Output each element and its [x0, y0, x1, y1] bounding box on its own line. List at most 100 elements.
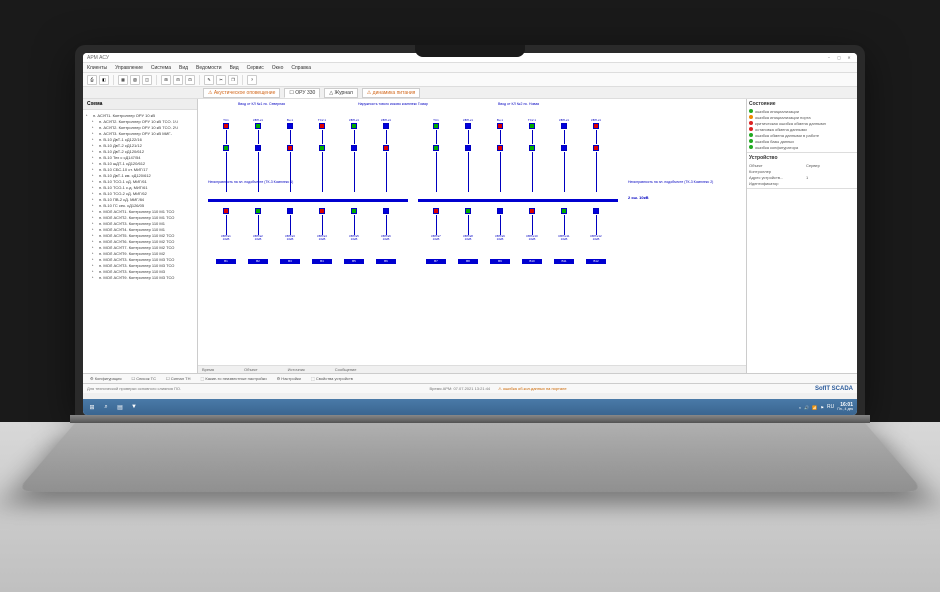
feeder-bay[interactable]: КВП/к310кВ	[280, 207, 300, 241]
status-dot-icon	[749, 109, 753, 113]
tab-journal[interactable]: △ Журнал	[324, 88, 357, 98]
feeder-label: В2	[248, 259, 268, 264]
brand-label: SofIT SCADA	[815, 386, 853, 392]
os-taskbar[interactable]: ⊞ ⌕ ▤ ▼ ◐ 🔊 📶 ⚑ RU 16:01 Пн., 4 дек	[83, 399, 857, 415]
main-toolbar: ⎙ ◧ ▦ ▧ ◫ ⊞ ⊟ ⊡ ✎ ✂ ❐ ?	[83, 73, 857, 87]
tab-ts-list[interactable]: ☐ Список ТС	[129, 375, 159, 382]
tab-unknown[interactable]: ⬚ Какие-то неизвестные настройки	[198, 375, 270, 382]
tray-flag-icon[interactable]: ⚑	[820, 405, 824, 410]
toolbar-button[interactable]: ✂	[216, 75, 226, 85]
feeder-bay[interactable]: КВП-к1	[586, 119, 606, 192]
feeder-bay[interactable]: КВП/к1010кВ	[522, 207, 542, 241]
feeder-bay[interactable]: КВП/к1110кВ	[554, 207, 574, 241]
toolbar-button[interactable]: ❐	[228, 75, 238, 85]
toolbar-button[interactable]: ⊟	[173, 75, 183, 85]
task-view-icon[interactable]: ▤	[115, 402, 125, 412]
feeder-bay[interactable]: КВП/к1210кВ	[586, 207, 606, 241]
status-panel: Состояние ошибка инициализацииошибка ини…	[747, 99, 857, 373]
tray-icon[interactable]: ◐	[799, 405, 801, 410]
feeder-bay[interactable]: КВП-к1	[376, 119, 396, 192]
fault-note-right: Неисправность на эл. подобъекте (ТК-3 Ко…	[628, 181, 713, 185]
status-dot-icon	[749, 139, 753, 143]
feeder-label: В3	[280, 259, 300, 264]
menu-item[interactable]: Ведомости	[196, 65, 222, 71]
tab-oru330[interactable]: ☐ ОРУ 330	[284, 88, 320, 98]
input-left-label: Ввод от КЛ №1 пс. Северная	[238, 103, 285, 107]
feeder-bay[interactable]: КВП/к810кВ	[458, 207, 478, 241]
feeder-bay[interactable]: КВП-к1	[458, 119, 478, 192]
status-warn: ⚠ ошибка об.кол.данных на портале	[498, 386, 566, 391]
status-item: ошибка конфигуратора	[749, 144, 855, 150]
fault-note-left: Неисправность на эл. подобъекте (ТК-3 Ко…	[208, 181, 293, 185]
menu-item[interactable]: Система	[151, 65, 171, 71]
busbar-label: 2 сш. 10кВ	[628, 195, 648, 200]
maximize-button[interactable]: ▢	[835, 55, 843, 61]
close-button[interactable]: ✕	[845, 55, 853, 61]
minimize-button[interactable]: −	[825, 55, 833, 61]
input-right-label: Ввод от КЛ №2 пс. Новая	[498, 103, 539, 107]
menu-item[interactable]: Клиенты	[87, 65, 107, 71]
feeder-label: В5	[344, 259, 364, 264]
feeder-bay[interactable]: КВП-к1	[344, 119, 364, 192]
language-indicator[interactable]: RU	[827, 404, 834, 410]
feeder-bay[interactable]: ТС2.1	[522, 119, 542, 192]
feeder-bay[interactable]: КВП-к1	[554, 119, 574, 192]
device-prop-row: Идентификатор	[749, 180, 855, 186]
scada-diagram[interactable]: Ввод от КЛ №1 пс. Северная Ввод от КЛ №2…	[198, 99, 746, 365]
toolbar-button[interactable]: ⊞	[161, 75, 171, 85]
toolbar-button[interactable]: ⎙	[87, 75, 97, 85]
feeder-label: В1	[216, 259, 236, 264]
menu-item[interactable]: Окно	[272, 65, 284, 71]
feeder-label: В11	[554, 259, 574, 264]
busbar-section-2	[418, 199, 618, 202]
feeder-bay[interactable]: КВП/к210кВ	[248, 207, 268, 241]
feeder-bay[interactable]: ТС2.1	[312, 119, 332, 192]
toolbar-button[interactable]: ▧	[130, 75, 140, 85]
tray-network-icon[interactable]: 📶	[812, 405, 817, 410]
status-dot-icon	[749, 133, 753, 137]
toolbar-button[interactable]: ?	[247, 75, 257, 85]
feeder-label: В7	[426, 259, 446, 264]
tree-sidebar[interactable]: Схема п. АСУП1. Контроллер ОРУ 10 кВп. А…	[83, 99, 198, 373]
feeder-bay[interactable]: КВП/к410кВ	[312, 207, 332, 241]
feeder-bay[interactable]: КВП/к510кВ	[344, 207, 364, 241]
filter-icon[interactable]: ▼	[129, 402, 139, 412]
search-icon[interactable]: ⌕	[101, 402, 111, 412]
busbar-section-1	[208, 199, 408, 202]
mid-label: Наружность тового исково комплекс Гомар	[358, 103, 428, 107]
tab-device-props[interactable]: ⬚ Свойства устройств	[308, 375, 356, 382]
message-header: Время Объект Источник Сообщение	[198, 365, 746, 373]
feeder-bay[interactable]: КВП/к910кВ	[490, 207, 510, 241]
start-button[interactable]: ⊞	[87, 402, 97, 412]
toolbar-button[interactable]: ⊡	[185, 75, 195, 85]
toolbar-button[interactable]: ✎	[204, 75, 214, 85]
toolbar-button[interactable]: ◫	[142, 75, 152, 85]
menu-item[interactable]: Вид	[230, 65, 239, 71]
menu-item[interactable]: Вид	[179, 65, 188, 71]
tab-config[interactable]: ⚙ Конфигурация	[87, 375, 125, 382]
tab-signal[interactable]: ☐ Сигнал ТН	[163, 375, 194, 382]
taskbar-clock[interactable]: 16:01 Пн., 4 дек	[837, 403, 853, 412]
left-subtab-bar: ⚠ Акустическое оповещение ☐ ОРУ 330 △ Жу…	[83, 87, 857, 99]
tree-item[interactable]: п. МОЛ АСУП9. Контроллер 110 М3 ТСО	[85, 274, 195, 280]
feeder-bay[interactable]: КВП/к710кВ	[426, 207, 446, 241]
toolbar-button[interactable]: ◧	[99, 75, 109, 85]
menu-item[interactable]: Сервис	[247, 65, 264, 71]
feeder-label: В4	[312, 259, 332, 264]
tab-settings[interactable]: ⚙ Настройки	[274, 375, 304, 382]
menu-item[interactable]: Управление	[115, 65, 143, 71]
status-dot-icon	[749, 127, 753, 131]
menu-item[interactable]: Справка	[291, 65, 311, 71]
feeder-label: В12	[586, 259, 606, 264]
toolbar-button[interactable]: ▦	[118, 75, 128, 85]
feeder-bay[interactable]: КВП/к610кВ	[376, 207, 396, 241]
tab-acoustic[interactable]: ⚠ Акустическое оповещение	[203, 88, 280, 98]
tab-dynamics[interactable]: ⚠ динамика питания	[362, 88, 421, 98]
tree-header: Схема	[83, 99, 197, 110]
feeder-bay[interactable]: ТС1	[426, 119, 446, 192]
status-dot-icon	[749, 145, 753, 149]
bottom-tabs: ⚙ Конфигурация ☐ Список ТС ☐ Сигнал ТН ⬚…	[83, 373, 857, 383]
feeder-bay[interactable]: КВП/к110кВ	[216, 207, 236, 241]
feeder-bay[interactable]: Вн.1	[490, 119, 510, 192]
tray-volume-icon[interactable]: 🔊	[804, 405, 809, 410]
